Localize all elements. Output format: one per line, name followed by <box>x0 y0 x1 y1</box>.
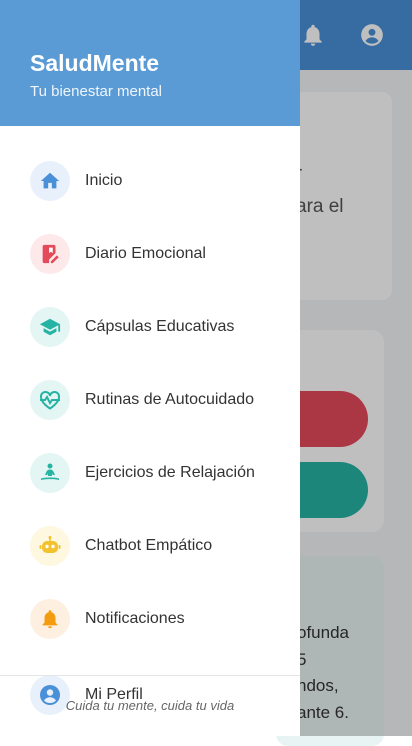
drawer-footer-divider <box>0 675 300 676</box>
menu-item-inicio[interactable]: Inicio <box>0 145 300 218</box>
menu-item-label: Inicio <box>85 172 123 189</box>
menu-item-capsulas-educativas[interactable]: Cápsulas Educativas <box>0 291 300 364</box>
graduation-cap-icon <box>30 307 70 347</box>
menu-item-label: Ejercicios de Relajación <box>85 464 255 481</box>
menu-item-label: Diario Emocional <box>85 245 206 262</box>
menu-item-diario-emocional[interactable]: Diario Emocional <box>0 218 300 291</box>
menu-item-label: Notificaciones <box>85 610 185 627</box>
menu-item-notificaciones[interactable]: Notificaciones <box>0 583 300 656</box>
app-brand: SaludMente <box>30 50 160 76</box>
bell-icon <box>30 599 70 639</box>
navigation-drawer: SaludMente Tu bienestar mental Inicio Di… <box>0 0 300 736</box>
menu-item-label: Chatbot Empático <box>85 537 213 554</box>
heart-pulse-icon <box>30 380 70 420</box>
app-tagline: Tu bienestar mental <box>30 83 163 100</box>
menu-item-chatbot-empatico[interactable]: Chatbot Empático <box>0 510 300 583</box>
menu-item-ejercicios-relajacion[interactable]: Ejercicios de Relajación <box>0 437 300 510</box>
drawer-footer-slogan: Cuida tu mente, cuida tu vida <box>65 698 235 713</box>
menu-item-label: Rutinas de Autocuidado <box>85 391 255 408</box>
journal-icon <box>30 234 70 274</box>
meditation-icon <box>30 453 70 493</box>
drawer-header: SaludMente Tu bienestar mental <box>0 0 300 126</box>
home-icon <box>30 161 70 201</box>
robot-icon <box>30 526 70 566</box>
menu-item-mi-perfil[interactable]: Mi Perfil <box>0 656 300 729</box>
menu-item-rutinas-autocuidado[interactable]: Rutinas de Autocuidado <box>0 364 300 437</box>
menu-item-label: Cápsulas Educativas <box>85 318 235 335</box>
